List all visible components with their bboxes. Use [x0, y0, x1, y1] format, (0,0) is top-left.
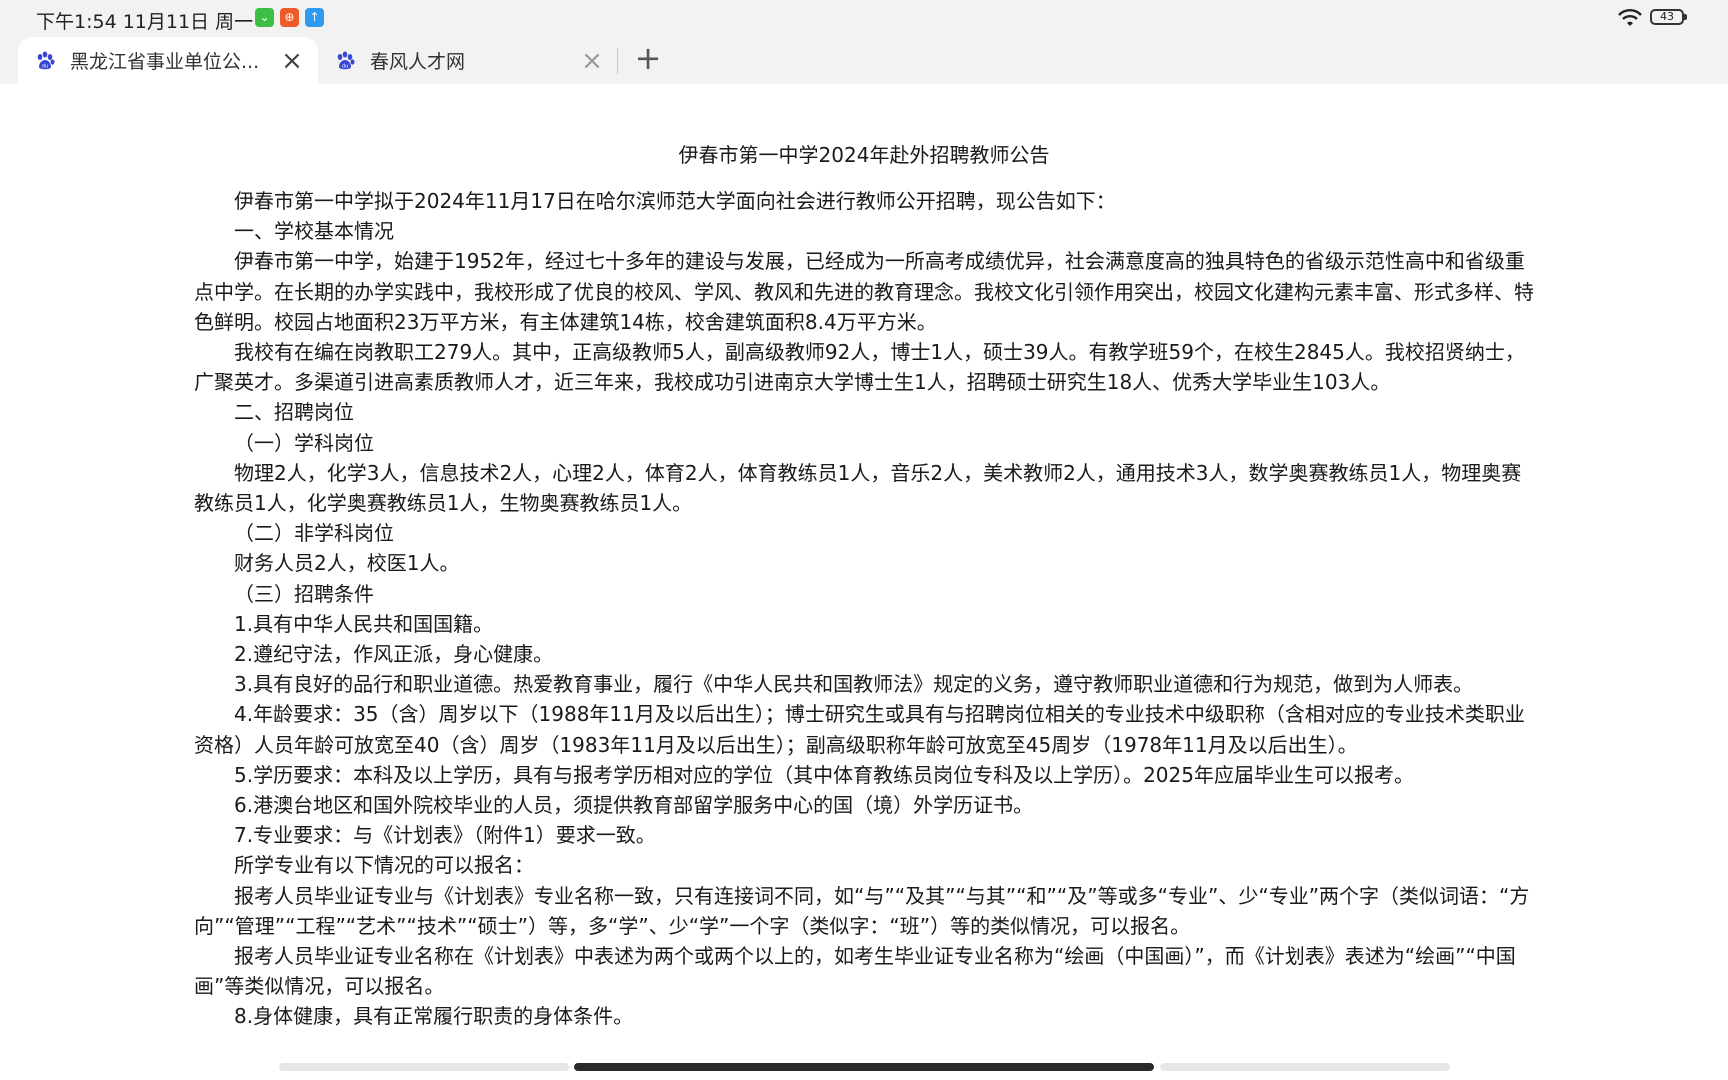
article-paragraph: 8.身体健康，具有正常履行职责的身体条件。 [234, 1004, 634, 1029]
article-body: 伊春市第一中学拟于2024年11月17日在哈尔滨师范大学面向社会进行教师公开招聘… [194, 186, 1538, 1032]
article-paragraph: （一）学科岗位 [234, 430, 374, 455]
article-paragraph: 6.港澳台地区和国外院校毕业的人员，须提供教育部留学服务中心的国（境）外学历证书… [234, 793, 1034, 818]
svg-text:du: du [42, 63, 48, 69]
wechat-icon: ⌄ [255, 8, 274, 27]
wifi-icon [1618, 9, 1642, 26]
article-paragraph: 财务人员2人，校医1人。 [234, 551, 460, 576]
article-paragraph: 物理2人，化学3人，信息技术2人，心理2人，体育2人，体育教练员1人，音乐2人，… [194, 460, 1522, 516]
article-paragraph: 3.具有良好的品行和职业道德。热爱教育事业，履行《中华人民共和国教师法》规定的义… [234, 672, 1474, 697]
tab-close-icon[interactable]: × [578, 47, 606, 75]
article-paragraph: 7.专业要求：与《计划表》（附件1）要求一致。 [234, 823, 656, 848]
tab-close-icon[interactable]: × [278, 47, 306, 75]
article-paragraph: 二、招聘岗位 [234, 400, 354, 425]
article-paragraph: 5.学历要求：本科及以上学历，具有与报考学历相对应的学位（其中体育教练员岗位专科… [234, 762, 1414, 787]
battery-level: 43 [1660, 10, 1674, 23]
app-orange-icon: ⊕ [280, 8, 299, 27]
article-paragraph: 报考人员毕业证专业与《计划表》专业名称一致，只有连接词不同，如“与”“及其”“与… [194, 883, 1530, 938]
article-paragraph: 所学专业有以下情况的可以报名： [234, 853, 534, 878]
page-scrollbar-thumb[interactable] [574, 1063, 1154, 1071]
tab-divider [617, 48, 618, 74]
article-paragraph: （三）招聘条件 [234, 581, 374, 606]
status-bar: 下午1:54 11月11日 周一 ⌄ ⊕ ↑ 43 [0, 0, 1728, 34]
article-paragraph: 报考人员毕业证专业名称在《计划表》中表述为两个或两个以上的，如考生毕业证专业名称… [194, 944, 1516, 999]
article-paragraph: 2.遵纪守法，作风正派，身心健康。 [234, 642, 554, 667]
baidu-paw-icon: du [37, 51, 55, 69]
tab-inactive[interactable]: du 春风人才网 × [318, 37, 618, 84]
status-time: 下午1:54 11月11日 周一 [36, 11, 254, 33]
tab-title: 黑龙江省事业单位公... [70, 51, 260, 73]
svg-text:du: du [342, 63, 348, 69]
article-paragraph: 1.具有中华人民共和国国籍。 [234, 611, 494, 636]
tab-active[interactable]: du 黑龙江省事业单位公... × [18, 37, 318, 84]
page-content: 伊春市第一中学2024年赴外招聘教师公告 伊春市第一中学拟于2024年11月17… [0, 84, 1728, 1060]
article-paragraph: 一、学校基本情况 [234, 219, 394, 244]
baidu-paw-icon: du [337, 51, 355, 69]
status-app-icons: ⌄ ⊕ ↑ [255, 8, 324, 27]
app-blue-icon: ↑ [305, 8, 324, 27]
page-scroll-track-left [279, 1063, 569, 1071]
article-paragraph: 伊春市第一中学，始建于1952年，经过七十多年的建设与发展，已经成为一所高考成绩… [194, 249, 1534, 334]
battery-icon: 43 [1650, 9, 1687, 25]
article-paragraph: （二）非学科岗位 [234, 521, 394, 546]
browser-tab-bar: du 黑龙江省事业单位公... × du 春风人才网 × + [0, 34, 1728, 84]
article-paragraph: 我校有在编在岗教职工279人。其中，正高级教师5人，副高级教师92人，博士1人，… [194, 340, 1525, 395]
article-title: 伊春市第一中学2024年赴外招聘教师公告 [678, 143, 1050, 167]
article-paragraph: 4.年龄要求：35（含）周岁以下（1988年11月及以后出生）；博士研究生或具有… [194, 702, 1525, 757]
article-paragraph: 伊春市第一中学拟于2024年11月17日在哈尔滨师范大学面向社会进行教师公开招聘… [234, 189, 1116, 213]
new-tab-button[interactable]: + [631, 42, 665, 76]
tab-title: 春风人才网 [370, 51, 466, 73]
page-scroll-track-right [1160, 1063, 1450, 1071]
